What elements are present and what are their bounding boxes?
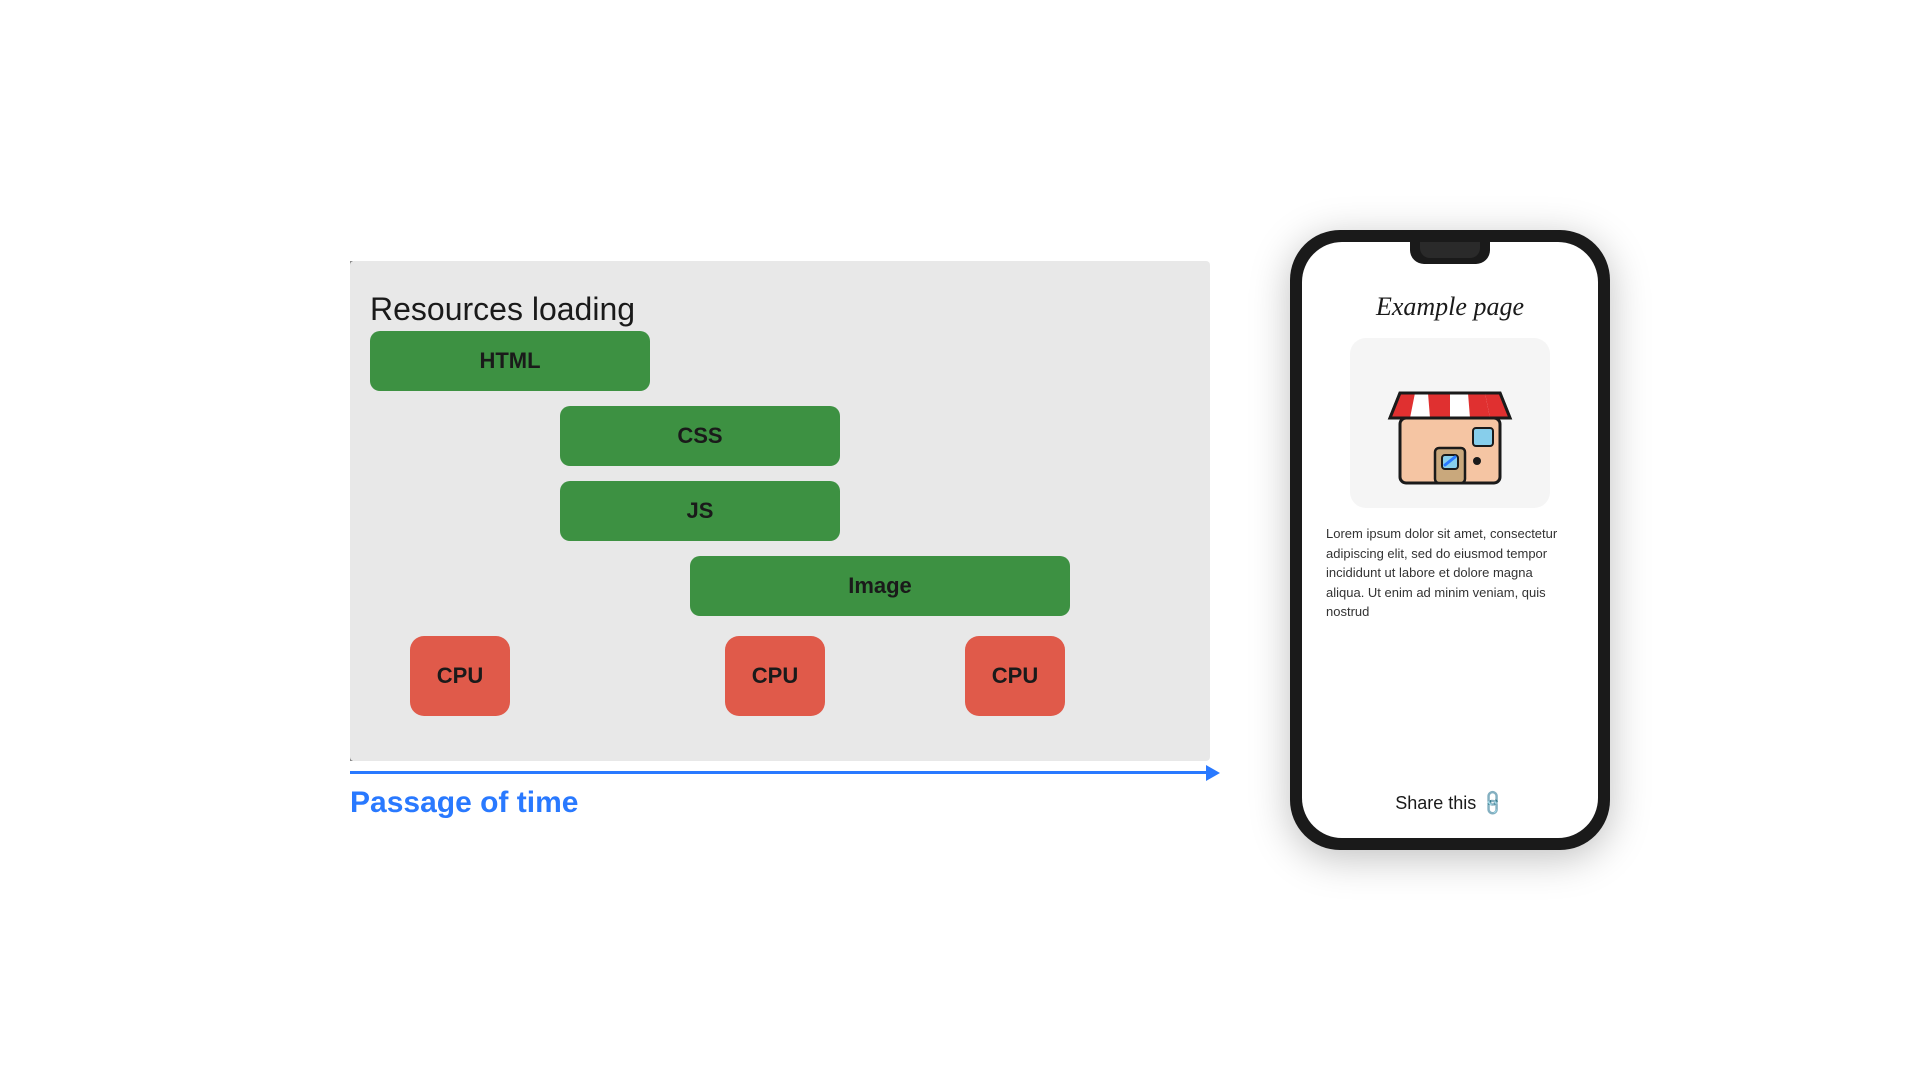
image-bar: Image <box>690 556 1070 616</box>
chart-title: Resources loading <box>370 291 1170 328</box>
html-bar: HTML <box>370 331 650 391</box>
share-this-button[interactable]: Share this 🔗 <box>1395 793 1504 814</box>
time-axis <box>350 771 1210 774</box>
link-icon: 🔗 <box>1478 788 1509 819</box>
phone-mockup: Example page <box>1290 230 1610 850</box>
store-icon <box>1385 353 1515 493</box>
lorem-text: Lorem ipsum dolor sit amet, consectetur … <box>1322 524 1578 622</box>
cpu-block-3: CPU <box>965 636 1065 716</box>
diagram-container: Resources loading HTML CSS JS Image CPU <box>310 261 1210 820</box>
store-image-card <box>1350 338 1550 508</box>
chart-area: Resources loading HTML CSS JS Image CPU <box>350 261 1210 761</box>
css-bar: CSS <box>560 406 840 466</box>
example-page-title: Example page <box>1376 292 1524 322</box>
phone-screen: Example page <box>1302 242 1598 838</box>
js-bar: JS <box>560 481 840 541</box>
time-axis-line <box>350 771 1210 774</box>
time-label: Passage of time <box>350 786 578 820</box>
cpu-block-1: CPU <box>410 636 510 716</box>
phone-notch-inner <box>1420 242 1480 258</box>
cpu-block-2: CPU <box>725 636 825 716</box>
